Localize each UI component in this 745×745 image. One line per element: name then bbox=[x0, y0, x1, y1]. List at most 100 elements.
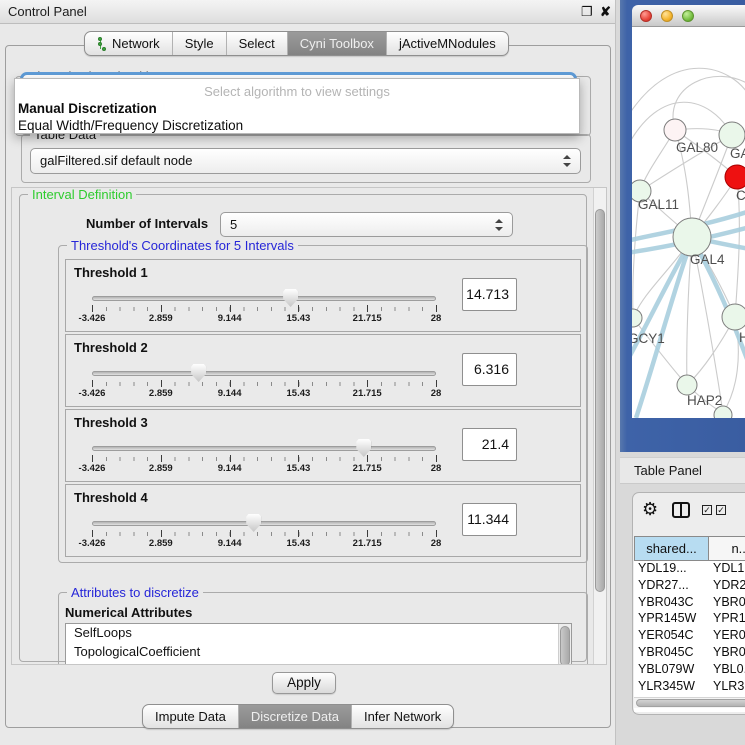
tick-label: -3.426 bbox=[79, 538, 106, 549]
threshold-value-field[interactable]: 11.344 bbox=[462, 503, 517, 536]
tick-mark bbox=[92, 305, 93, 312]
network-node[interactable] bbox=[725, 165, 745, 189]
network-node[interactable] bbox=[664, 119, 686, 141]
slider-track[interactable] bbox=[92, 446, 436, 451]
network-edge bbox=[632, 68, 745, 119]
slider-handle[interactable] bbox=[283, 289, 298, 307]
tick-mark bbox=[92, 530, 93, 537]
zoom-traffic-light-icon[interactable] bbox=[682, 10, 694, 22]
settings-scrollbar-thumb[interactable] bbox=[595, 209, 605, 592]
column-header-shared-name[interactable]: shared... bbox=[634, 536, 709, 561]
column-header-name[interactable]: n... bbox=[709, 536, 745, 561]
network-canvas[interactable]: GAL80GACGAL11GAL4GCY1HHAP2 bbox=[632, 27, 745, 418]
apply-button[interactable]: Apply bbox=[272, 672, 336, 694]
gear-icon[interactable]: ⚙ bbox=[642, 499, 658, 520]
table-data-combo[interactable]: galFiltered.sif default node bbox=[30, 148, 581, 174]
slider-track[interactable] bbox=[92, 521, 436, 526]
tick-mark bbox=[298, 530, 299, 537]
slider-track[interactable] bbox=[92, 371, 436, 376]
table-row[interactable]: YDR27...YDR2... bbox=[634, 578, 745, 595]
table-row[interactable]: YBL079WYBL0... bbox=[634, 662, 745, 679]
tab-style[interactable]: Style bbox=[172, 32, 226, 55]
checkbox-icon[interactable]: ✓ bbox=[702, 505, 712, 515]
list-scrollbar[interactable] bbox=[558, 624, 571, 665]
tab-cyni-toolbox[interactable]: Cyni Toolbox bbox=[287, 32, 386, 55]
tick-mark bbox=[367, 455, 368, 462]
slider-handle[interactable] bbox=[191, 364, 206, 382]
numerical-attributes-list[interactable]: SelfLoopsTopologicalCoefficientBetweenne… bbox=[65, 623, 572, 665]
tab-impute-data[interactable]: Impute Data bbox=[143, 705, 238, 728]
network-node[interactable] bbox=[719, 122, 745, 148]
slider-handle[interactable] bbox=[356, 439, 371, 457]
threshold-value-field[interactable]: 21.4 bbox=[462, 428, 517, 461]
combo-arrows-icon[interactable] bbox=[563, 155, 571, 167]
cell-shared-name: YBL079W bbox=[634, 662, 709, 679]
slider-handle[interactable] bbox=[246, 514, 261, 532]
tick-mark bbox=[367, 530, 368, 537]
settings-vertical-scrollbar[interactable] bbox=[593, 188, 606, 664]
threshold-coordinates-group: Threshold's Coordinates for 5 Intervals … bbox=[58, 245, 588, 563]
node-label-c: C bbox=[736, 188, 745, 203]
cell-name: YDL1... bbox=[709, 561, 745, 578]
table-horizontal-scrollbar[interactable] bbox=[634, 697, 745, 708]
threshold-value-field[interactable]: 6.316 bbox=[462, 353, 517, 386]
cell-shared-name: YDL19... bbox=[634, 561, 709, 578]
tick-mark bbox=[161, 380, 162, 387]
combo-arrows-icon[interactable] bbox=[495, 219, 503, 231]
option-manual-discretization[interactable]: Manual Discretization bbox=[18, 101, 157, 116]
column-layout-icon[interactable] bbox=[672, 502, 690, 518]
number-of-intervals-combo[interactable]: 5 bbox=[220, 212, 513, 237]
minimize-traffic-light-icon[interactable] bbox=[661, 10, 673, 22]
network-node[interactable] bbox=[722, 304, 745, 330]
threshold-panel-2: Threshold 2-3.4262.8599.14415.4321.71528… bbox=[65, 334, 581, 407]
table-row[interactable]: YPR145WYPR1... bbox=[634, 611, 745, 628]
tick-mark bbox=[298, 380, 299, 387]
attribute-item-selfloops[interactable]: SelfLoops bbox=[66, 624, 571, 643]
network-window-titlebar[interactable] bbox=[632, 5, 745, 27]
network-node[interactable] bbox=[632, 309, 642, 327]
table-row[interactable]: YDL19...YDL1... bbox=[634, 561, 745, 578]
threshold-label: Threshold 3 bbox=[74, 415, 148, 430]
table-panel-toolbar: ⚙ ✓ ✓ bbox=[633, 493, 745, 535]
table-row[interactable]: YER054CYER0... bbox=[634, 628, 745, 645]
table-row[interactable]: YBR045CYBR0... bbox=[634, 645, 745, 662]
tab-network[interactable]: Network bbox=[85, 32, 172, 55]
control-panel-titlebar[interactable]: Control Panel ❐ ✘ bbox=[0, 0, 615, 24]
table-panel-titlebar[interactable]: Table Panel bbox=[620, 457, 745, 484]
cell-name: YBR0... bbox=[709, 595, 745, 612]
threshold-value-field[interactable]: 14.713 bbox=[462, 278, 517, 311]
tab-infer-network[interactable]: Infer Network bbox=[351, 705, 453, 728]
tab-label: Infer Network bbox=[364, 705, 441, 728]
tab-label: Impute Data bbox=[155, 705, 226, 728]
tab-discretize-data[interactable]: Discretize Data bbox=[238, 705, 351, 728]
tick-label: 15.43 bbox=[287, 538, 311, 549]
float-window-icon[interactable]: ❐ bbox=[581, 4, 593, 20]
attribute-item-betweennesscentrality[interactable]: BetweennessCentrality bbox=[66, 661, 571, 665]
network-node[interactable] bbox=[677, 375, 697, 395]
node-label-h: H bbox=[739, 330, 745, 345]
table-row[interactable]: YLR345WYLR3... bbox=[634, 679, 745, 696]
tab-jactivemnodules[interactable]: jActiveMNodules bbox=[386, 32, 508, 55]
tick-mark bbox=[230, 305, 231, 312]
cell-name: YPR1... bbox=[709, 611, 745, 628]
tab-select[interactable]: Select bbox=[226, 32, 287, 55]
close-traffic-light-icon[interactable] bbox=[640, 10, 652, 22]
tick-label: 15.43 bbox=[287, 388, 311, 399]
tick-label: -3.426 bbox=[79, 463, 106, 474]
network-node[interactable] bbox=[673, 218, 711, 256]
list-scrollbar-thumb[interactable] bbox=[560, 626, 570, 665]
attribute-item-topologicalcoefficient[interactable]: TopologicalCoefficient bbox=[66, 643, 571, 662]
tick-label: 21.715 bbox=[353, 313, 382, 324]
network-view-window: GAL80GACGAL11GAL4GCY1HHAP2 bbox=[620, 0, 745, 452]
close-icon[interactable]: ✘ bbox=[600, 4, 611, 20]
table-hscroll-thumb[interactable] bbox=[636, 699, 745, 707]
table-row[interactable]: YBR043CYBR0... bbox=[634, 595, 745, 612]
tick-mark bbox=[436, 380, 437, 387]
tick-mark bbox=[161, 530, 162, 537]
slider-track[interactable] bbox=[92, 296, 436, 301]
tick-label: 9.144 bbox=[218, 388, 242, 399]
checkbox-icon[interactable]: ✓ bbox=[716, 505, 726, 515]
tick-label: 28 bbox=[431, 538, 442, 549]
cell-shared-name: YPR145W bbox=[634, 611, 709, 628]
option-equal-width-frequency[interactable]: Equal Width/Frequency Discretization bbox=[18, 118, 243, 133]
